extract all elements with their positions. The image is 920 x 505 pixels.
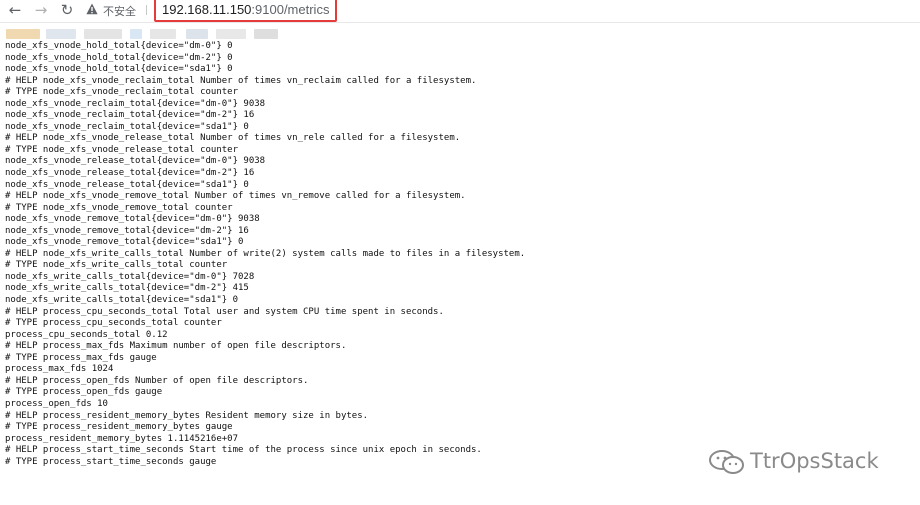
bookmarks-bar	[0, 23, 920, 41]
metrics-line: node_xfs_vnode_release_total{device="dm-…	[5, 168, 255, 179]
metrics-line: process_open_fds 10	[5, 398, 108, 409]
address-bar[interactable]: 不安全 192.168.11.150:9100/metrics	[86, 0, 456, 22]
bookmark-item-blurred[interactable]	[254, 29, 278, 39]
metrics-line: node_xfs_vnode_reclaim_total{device="dm-…	[5, 110, 255, 121]
metrics-line: # HELP node_xfs_write_calls_total Number…	[5, 248, 526, 259]
metrics-line: # HELP process_max_fds Maximum number of…	[5, 341, 347, 352]
back-arrow-icon[interactable]: ←	[6, 1, 24, 19]
metrics-line: node_xfs_vnode_hold_total{device="dm-2"}…	[5, 52, 233, 63]
metrics-line: process_resident_memory_bytes 1.1145216e…	[5, 433, 238, 444]
metrics-line: # TYPE process_resident_memory_bytes gau…	[5, 422, 233, 433]
bookmark-item-blurred[interactable]	[150, 29, 176, 39]
metrics-line: # TYPE process_cpu_seconds_total counter	[5, 318, 222, 329]
metrics-line: # HELP node_xfs_vnode_release_total Numb…	[5, 133, 461, 144]
bookmark-item-blurred[interactable]	[84, 29, 122, 39]
bookmark-item-blurred[interactable]	[6, 29, 40, 39]
metrics-line: # TYPE node_xfs_vnode_reclaim_total coun…	[5, 87, 238, 98]
watermark-text: TtrOpsStack	[750, 449, 879, 473]
warning-triangle-icon	[86, 3, 98, 15]
metrics-line: node_xfs_vnode_hold_total{device="sda1"}…	[5, 64, 233, 75]
url-host: 192.168.11.150	[162, 2, 252, 17]
wechat-icon	[709, 450, 744, 474]
metrics-line: node_xfs_vnode_release_total{device="dm-…	[5, 156, 266, 167]
metrics-line: node_xfs_vnode_release_total{device="sda…	[5, 179, 249, 190]
metrics-line: node_xfs_vnode_reclaim_total{device="sda…	[5, 121, 249, 132]
url-path: :9100/metrics	[251, 2, 330, 17]
browser-toolbar: ← → ↻ 不安全 192.168.11.150:9100/metrics	[0, 0, 920, 23]
metrics-line: node_xfs_vnode_remove_total{device="dm-2…	[5, 225, 249, 236]
metrics-line: # HELP process_open_fds Number of open f…	[5, 375, 309, 386]
metrics-line: # TYPE node_xfs_write_calls_total counte…	[5, 260, 228, 271]
metrics-line: node_xfs_vnode_remove_total{device="sda1…	[5, 237, 244, 248]
bookmark-item-blurred[interactable]	[216, 29, 246, 39]
metrics-line: node_xfs_write_calls_total{device="sda1"…	[5, 295, 238, 306]
metrics-text: node_xfs_vnode_hold_total{device="dm-0"}…	[5, 41, 920, 468]
metrics-line: # TYPE process_open_fds gauge	[5, 387, 163, 398]
metrics-line: node_xfs_write_calls_total{device="dm-2"…	[5, 283, 249, 294]
metrics-line: # TYPE process_max_fds gauge	[5, 352, 157, 363]
url-text[interactable]: 192.168.11.150:9100/metrics	[154, 0, 338, 22]
address-separator	[146, 5, 147, 15]
metrics-line: # HELP node_xfs_vnode_remove_total Numbe…	[5, 191, 466, 202]
bookmark-item-blurred[interactable]	[186, 29, 208, 39]
metrics-line: node_xfs_vnode_hold_total{device="dm-0"}…	[5, 41, 233, 51]
metrics-line: # HELP process_resident_memory_bytes Res…	[5, 410, 369, 421]
metrics-line: process_max_fds 1024	[5, 364, 114, 375]
metrics-line: # TYPE node_xfs_vnode_release_total coun…	[5, 144, 238, 155]
metrics-line: process_cpu_seconds_total 0.12	[5, 329, 168, 340]
reload-icon[interactable]: ↻	[58, 1, 76, 19]
forward-arrow-icon[interactable]: →	[32, 1, 50, 19]
metrics-line: node_xfs_vnode_reclaim_total{device="dm-…	[5, 98, 266, 109]
metrics-line: node_xfs_vnode_remove_total{device="dm-0…	[5, 214, 260, 225]
metrics-line: # TYPE node_xfs_vnode_remove_total count…	[5, 202, 233, 213]
metrics-line: node_xfs_write_calls_total{device="dm-0"…	[5, 271, 255, 282]
bookmark-item-blurred[interactable]	[46, 29, 76, 39]
metrics-line: # HELP node_xfs_vnode_reclaim_total Numb…	[5, 75, 477, 86]
metrics-line: # HELP process_cpu_seconds_total Total u…	[5, 306, 444, 317]
security-label[interactable]: 不安全	[103, 3, 136, 19]
bookmark-item-blurred[interactable]	[130, 29, 142, 39]
